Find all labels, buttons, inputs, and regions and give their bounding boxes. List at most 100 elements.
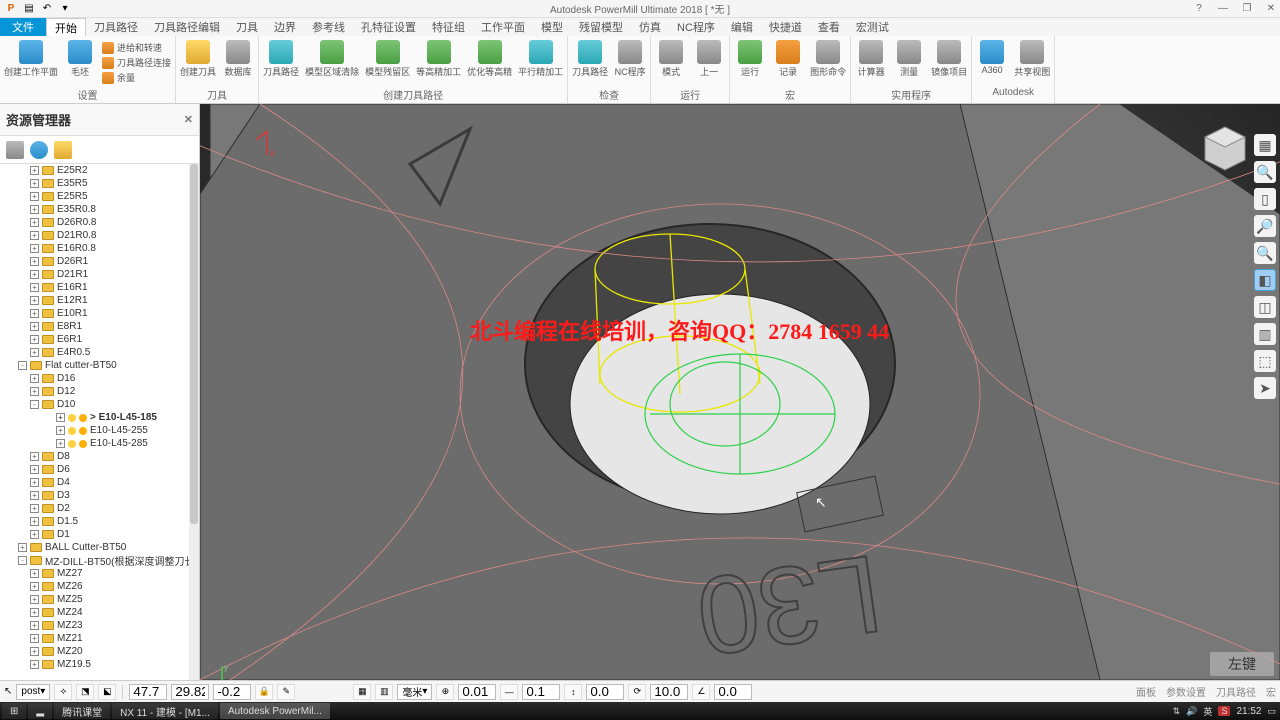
tree-node[interactable]: +MZ26 (0, 580, 199, 593)
tree-node[interactable]: +D21R1 (0, 268, 199, 281)
minimize-icon[interactable]: — (1216, 2, 1230, 16)
ribbon-button[interactable]: 共享视图 (1014, 40, 1050, 78)
tree-node[interactable]: +MZ21 (0, 632, 199, 645)
tree-node[interactable]: +E6R1 (0, 333, 199, 346)
tree-node[interactable]: +MZ27 (0, 567, 199, 580)
status-tab[interactable]: 宏 (1266, 684, 1276, 699)
explorer-close-icon[interactable]: ✕ (184, 113, 193, 126)
toolbar-btn-1[interactable] (6, 141, 24, 159)
view-cube[interactable] (1200, 122, 1250, 172)
sb-edit[interactable]: ✎ (277, 684, 295, 700)
tree-node[interactable]: +D21R0.8 (0, 229, 199, 242)
snap1-icon[interactable]: ⊕ (436, 684, 454, 700)
tray-action-icon[interactable]: ▭ (1267, 706, 1276, 717)
tree-node[interactable]: +D16 (0, 372, 199, 385)
coord-z[interactable] (213, 684, 251, 700)
ribbon-button[interactable]: 毛坯 (64, 40, 96, 78)
zoom-out-icon[interactable]: 🔎 (1254, 215, 1276, 237)
menu-tab[interactable]: 宏测试 (848, 18, 897, 36)
taskbar-app[interactable]: NX 11 - 建模 - [M1... (112, 703, 218, 719)
tray-sound-icon[interactable]: 🔊 (1186, 706, 1197, 717)
tree-node[interactable]: +D2 (0, 502, 199, 515)
sb-grid1[interactable]: ▦ (353, 684, 371, 700)
tree-node[interactable]: +D6 (0, 463, 199, 476)
tree-node[interactable]: +D8 (0, 450, 199, 463)
tree-node[interactable]: +MZ24 (0, 606, 199, 619)
ribbon-button[interactable]: 记录 (772, 40, 804, 78)
select-icon[interactable]: ⬚ (1254, 350, 1276, 372)
sb-tool3[interactable]: ⬕ (98, 684, 116, 700)
tree-node[interactable]: -Flat cutter-BT50 (0, 359, 199, 372)
post-select[interactable]: post ▾ (16, 684, 50, 700)
sb-grid2[interactable]: ▥ (375, 684, 393, 700)
scrollbar[interactable] (189, 164, 199, 680)
tree-node[interactable]: +E16R0.8 (0, 242, 199, 255)
tree-node[interactable]: +E35R5 (0, 177, 199, 190)
toolbar-btn-3[interactable] (54, 141, 72, 159)
wire-icon[interactable]: ◫ (1254, 296, 1276, 318)
taskbar-app[interactable]: 腾讯课堂 (54, 703, 110, 719)
block-icon[interactable]: ▥ (1254, 323, 1276, 345)
zoom-fit-icon[interactable]: 🔍 (1254, 161, 1276, 183)
tree-node[interactable]: +> E10-L45-185 (0, 411, 199, 424)
menu-tab[interactable]: 模型 (533, 18, 571, 36)
tree-node[interactable]: -D10 (0, 398, 199, 411)
menu-tab[interactable]: 刀具路径 (86, 18, 146, 36)
restore-icon[interactable]: ❐ (1240, 2, 1254, 16)
tray-net-icon[interactable]: ⇅ (1173, 706, 1181, 717)
tree-node[interactable]: +E10R1 (0, 307, 199, 320)
ribbon-button[interactable]: 等高精加工 (416, 40, 461, 78)
tree-node[interactable]: +E10-L45-285 (0, 437, 199, 450)
file-tab[interactable]: 文件 (0, 18, 46, 36)
tree-node[interactable]: +MZ20 (0, 645, 199, 658)
explorer-button[interactable]: ▂ (28, 703, 52, 719)
ribbon-small-button[interactable]: 余量 (102, 70, 171, 85)
menu-tab[interactable]: 查看 (810, 18, 848, 36)
ribbon-button[interactable]: A360 (976, 40, 1008, 75)
toolbar-btn-2[interactable] (30, 141, 48, 159)
snap4-icon[interactable]: ⟳ (628, 684, 646, 700)
tree-node[interactable]: +D12 (0, 385, 199, 398)
ribbon-button[interactable]: 创建工作平面 (4, 40, 58, 78)
snap3[interactable] (586, 684, 624, 700)
ribbon-button[interactable]: 数据库 (222, 40, 254, 78)
ribbon-button[interactable]: 模型区域清除 (305, 40, 359, 78)
snap5[interactable] (714, 684, 752, 700)
ribbon-button[interactable]: 优化等高精 (467, 40, 512, 78)
menu-tab[interactable]: 编辑 (723, 18, 761, 36)
sb-tool2[interactable]: ⬔ (76, 684, 94, 700)
tree-node[interactable]: +D26R1 (0, 255, 199, 268)
ribbon-button[interactable]: 测量 (893, 40, 925, 78)
taskbar-app[interactable]: Autodesk PowerMil... (220, 703, 330, 719)
menu-tab[interactable]: 参考线 (304, 18, 353, 36)
coord-y[interactable] (171, 684, 209, 700)
tree-node[interactable]: +D3 (0, 489, 199, 502)
tree-node[interactable]: -MZ-DILL-BT50(根据深度调整刀长) (0, 554, 199, 567)
menu-tab[interactable]: 残留模型 (571, 18, 631, 36)
menu-tab[interactable]: 开始 (46, 18, 86, 36)
tree-node[interactable]: +E8R1 (0, 320, 199, 333)
dropdown-icon[interactable]: ▾ (58, 2, 72, 16)
tree-node[interactable]: +E25R5 (0, 190, 199, 203)
ribbon-button[interactable]: 上一 (693, 40, 725, 78)
menu-tab[interactable]: 边界 (266, 18, 304, 36)
tree-node[interactable]: +E4R0.5 (0, 346, 199, 359)
ribbon-button[interactable]: NC程序 (614, 40, 646, 78)
ribbon-button[interactable]: 模型残留区 (365, 40, 410, 78)
ribbon-small-button[interactable]: 刀具路径连接 (102, 55, 171, 70)
tree-node[interactable]: +E16R1 (0, 281, 199, 294)
sb-lock[interactable]: 🔒 (255, 684, 273, 700)
snap5-icon[interactable]: ∠ (692, 684, 710, 700)
start-button[interactable]: ⊞ (2, 703, 26, 719)
tree-node[interactable]: +E12R1 (0, 294, 199, 307)
ribbon-button[interactable]: 模式 (655, 40, 687, 78)
menu-tab[interactable]: 孔特征设置 (353, 18, 424, 36)
tree-node[interactable]: +D1 (0, 528, 199, 541)
ribbon-small-button[interactable]: 进给和转速 (102, 40, 171, 55)
status-tab[interactable]: 面板 (1136, 684, 1156, 699)
zoom-in-icon[interactable]: 🔍 (1254, 242, 1276, 264)
ribbon-button[interactable]: 计算器 (855, 40, 887, 78)
snap2-icon[interactable]: — (500, 684, 518, 700)
coord-x[interactable] (129, 684, 167, 700)
ribbon-button[interactable]: 镜像项目 (931, 40, 967, 78)
